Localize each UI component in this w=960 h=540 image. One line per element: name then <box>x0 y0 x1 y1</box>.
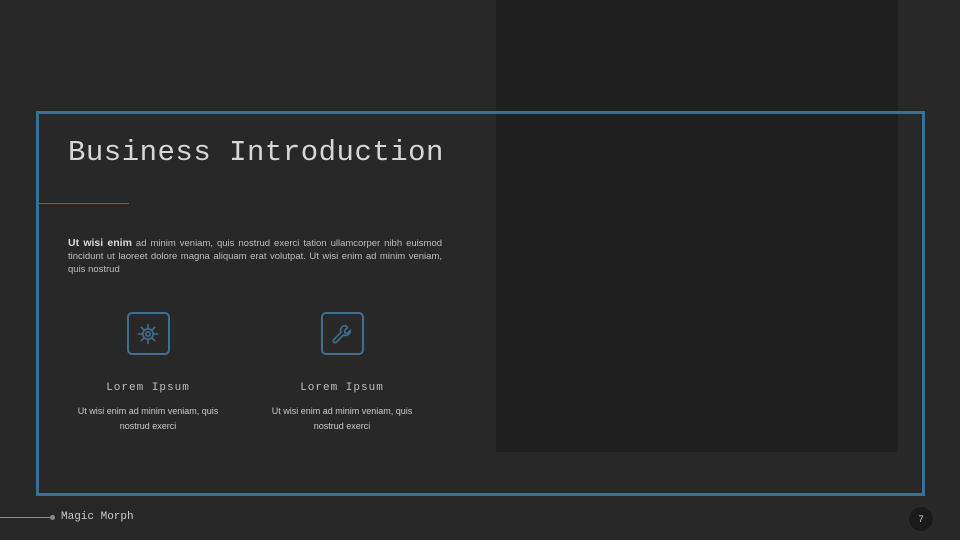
feature-1: Lorem Ipsum Ut wisi enim ad minim veniam… <box>53 312 243 434</box>
footer-rule <box>0 517 52 518</box>
slide-title: Business Introduction <box>68 136 444 169</box>
gear-icon <box>126 312 170 355</box>
footer-label: Magic Morph <box>61 511 134 523</box>
feature-text: Ut wisi enim ad minim veniam, quis nostr… <box>271 406 413 431</box>
intro-paragraph: Ut wisi enim ad minim veniam, quis nostr… <box>68 237 442 276</box>
feature-text: Ut wisi enim ad minim veniam, quis nostr… <box>77 406 219 431</box>
feature-2: Lorem Ipsum Ut wisi enim ad minim veniam… <box>247 312 437 434</box>
slide: Business Introduction Ut wisi enim ad mi… <box>0 0 960 540</box>
footer-dot <box>50 515 55 520</box>
feature-title: Lorem Ipsum <box>300 382 384 394</box>
intro-lead: Ut wisi enim <box>68 237 132 249</box>
page-number: 7 <box>909 507 933 531</box>
feature-title: Lorem Ipsum <box>106 382 190 394</box>
wrench-icon <box>320 312 364 355</box>
title-underline <box>39 203 129 204</box>
